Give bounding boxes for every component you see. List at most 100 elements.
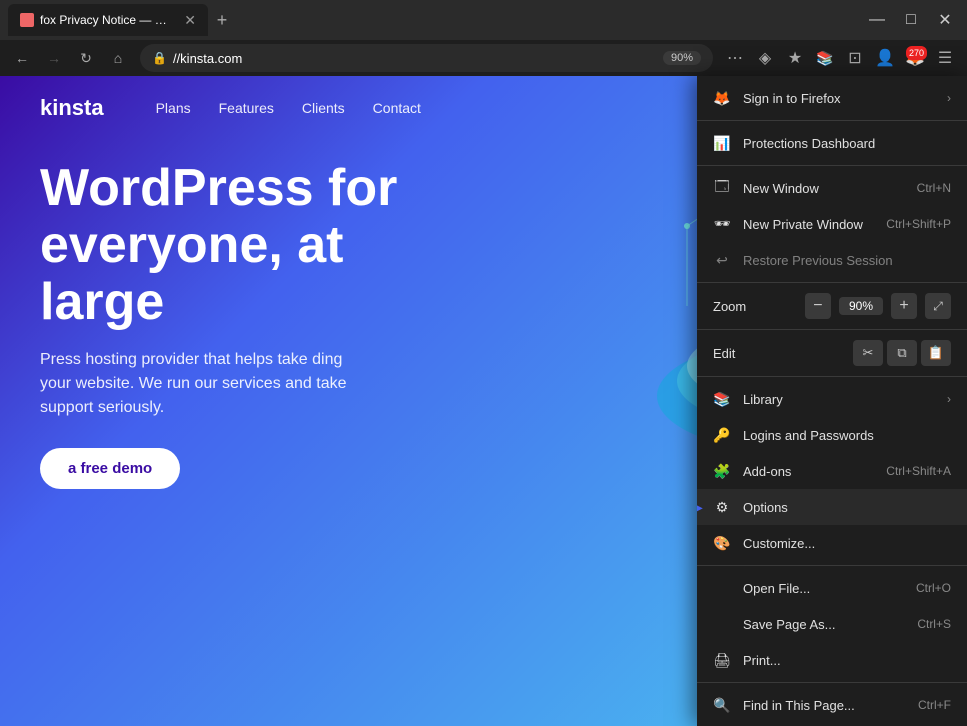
nav-features[interactable]: Features — [219, 100, 274, 116]
pocket-icon[interactable]: ◈ — [751, 44, 779, 72]
notifications-icon[interactable]: 🦊 270 — [901, 44, 929, 72]
library-icon[interactable]: 📚 — [811, 44, 839, 72]
tab-bar: fox Privacy Notice — Mozi ✕ + — [8, 0, 857, 40]
tab-title: fox Privacy Notice — Mozi — [40, 13, 174, 27]
menu-section-file: Open File... Ctrl+O Save Page As... Ctrl… — [697, 566, 967, 683]
library-item[interactable]: 📚 Library › — [697, 381, 967, 417]
customize-item[interactable]: 🎨 Customize... — [697, 525, 967, 561]
sign-in-arrow: › — [947, 91, 951, 105]
menu-section-protections: 📊 Protections Dashboard — [697, 121, 967, 166]
hamburger-menu-button[interactable]: ☰ — [931, 44, 959, 72]
menu-section-zoom: Zoom − 90% + ⤢ — [697, 283, 967, 330]
zoom-fullscreen-button[interactable]: ⤢ — [925, 293, 951, 319]
options-arrow-indicator: ▶ — [697, 497, 703, 518]
restore-icon: ↩ — [713, 251, 731, 269]
open-file-item[interactable]: Open File... Ctrl+O — [697, 570, 967, 606]
save-page-label: Save Page As... — [743, 617, 905, 632]
menu-section-find: 🔍 Find in This Page... Ctrl+F More › Web… — [697, 683, 967, 726]
firefox-icon: 🦊 — [713, 89, 731, 107]
bookmark-icon[interactable]: ★ — [781, 44, 809, 72]
protections-label: Protections Dashboard — [743, 136, 951, 151]
find-shortcut: Ctrl+F — [918, 698, 951, 712]
save-page-icon — [713, 615, 731, 633]
home-button[interactable]: ⌂ — [104, 44, 132, 72]
back-button[interactable]: ← — [8, 44, 36, 72]
website-logo: kinsta — [40, 95, 104, 121]
addons-shortcut: Ctrl+Shift+A — [886, 464, 951, 478]
restore-label: Restore Previous Session — [743, 253, 951, 268]
save-page-item[interactable]: Save Page As... Ctrl+S — [697, 606, 967, 642]
customize-icon: 🎨 — [713, 534, 731, 552]
reload-button[interactable]: ↻ — [72, 44, 100, 72]
menu-section-windows: 🗔 New Window Ctrl+N 🕶 New Private Window… — [697, 166, 967, 283]
print-label: Print... — [743, 653, 951, 668]
logins-label: Logins and Passwords — [743, 428, 951, 443]
browser-titlebar: fox Privacy Notice — Mozi ✕ + — □ ✕ — [0, 0, 967, 40]
new-private-item[interactable]: 🕶 New Private Window Ctrl+Shift+P — [697, 206, 967, 242]
customize-label: Customize... — [743, 536, 951, 551]
paste-button[interactable]: 📋 — [921, 340, 951, 366]
toolbar-right: ⋯ ◈ ★ 📚 ⊡ 👤 🦊 270 ☰ — [721, 44, 959, 72]
toolbar-menu-button[interactable]: ⋯ — [721, 44, 749, 72]
logins-item[interactable]: 🔑 Logins and Passwords — [697, 417, 967, 453]
find-label: Find in This Page... — [743, 698, 906, 713]
save-page-shortcut: Ctrl+S — [917, 617, 951, 631]
nav-contact[interactable]: Contact — [373, 100, 421, 116]
find-item[interactable]: 🔍 Find in This Page... Ctrl+F — [697, 687, 967, 723]
protections-icon: 📊 — [713, 134, 731, 152]
cut-button[interactable]: ✂ — [853, 340, 883, 366]
new-window-icon: 🗔 — [713, 179, 731, 197]
edit-label: Edit — [713, 346, 845, 361]
nav-clients[interactable]: Clients — [302, 100, 345, 116]
logins-icon: 🔑 — [713, 426, 731, 444]
notification-count: 270 — [906, 46, 927, 60]
print-item[interactable]: 🖨 Print... — [697, 642, 967, 678]
close-button[interactable]: ✕ — [931, 6, 959, 34]
new-window-item[interactable]: 🗔 New Window Ctrl+N — [697, 170, 967, 206]
active-tab[interactable]: fox Privacy Notice — Mozi ✕ — [8, 4, 208, 36]
browser-toolbar: ← → ↻ ⌂ 🔒 //kinsta.com 90% ⋯ ◈ ★ 📚 ⊡ 👤 🦊… — [0, 40, 967, 76]
zoom-control: Zoom − 90% + ⤢ — [697, 287, 967, 325]
zoom-minus-button[interactable]: − — [805, 293, 831, 319]
minimize-button[interactable]: — — [863, 6, 891, 34]
firefox-menu: 🦊 Sign in to Firefox › 📊 Protections Das… — [697, 76, 967, 726]
library-menu-icon: 📚 — [713, 390, 731, 408]
menu-section-signin: 🦊 Sign in to Firefox › — [697, 76, 967, 121]
address-bar[interactable]: 🔒 //kinsta.com 90% — [140, 44, 713, 72]
print-icon: 🖨 — [713, 651, 731, 669]
library-label: Library — [743, 392, 935, 407]
menu-section-edit: Edit ✂ ⧉ 📋 — [697, 330, 967, 377]
window-controls: — □ ✕ — [863, 6, 959, 34]
options-label: Options — [743, 500, 951, 515]
hero-subtitle: Press hosting provider that helps take d… — [40, 348, 360, 420]
options-icon: ⚙ — [713, 498, 731, 516]
sign-in-label: Sign in to Firefox — [743, 91, 935, 106]
addons-icon: 🧩 — [713, 462, 731, 480]
free-demo-button[interactable]: a free demo — [40, 448, 180, 489]
new-window-label: New Window — [743, 181, 905, 196]
new-tab-button[interactable]: + — [208, 6, 236, 34]
copy-button[interactable]: ⧉ — [887, 340, 917, 366]
sign-in-item[interactable]: 🦊 Sign in to Firefox › — [697, 80, 967, 116]
hero-title: WordPress for everyone, at large — [40, 160, 440, 332]
new-window-shortcut: Ctrl+N — [917, 181, 951, 195]
zoom-label: Zoom — [713, 299, 797, 314]
menu-section-tools: 📚 Library › 🔑 Logins and Passwords 🧩 Add… — [697, 377, 967, 566]
zoom-value-display: 90% — [839, 297, 883, 315]
new-private-shortcut: Ctrl+Shift+P — [886, 217, 951, 231]
sync-icon[interactable]: ⊡ — [841, 44, 869, 72]
private-window-icon: 🕶 — [713, 215, 731, 233]
edit-control: Edit ✂ ⧉ 📋 — [697, 334, 967, 372]
restore-session-item[interactable]: ↩ Restore Previous Session — [697, 242, 967, 278]
forward-button[interactable]: → — [40, 44, 68, 72]
zoom-plus-button[interactable]: + — [891, 293, 917, 319]
addons-item[interactable]: 🧩 Add-ons Ctrl+Shift+A — [697, 453, 967, 489]
account-icon[interactable]: 👤 — [871, 44, 899, 72]
protections-item[interactable]: 📊 Protections Dashboard — [697, 125, 967, 161]
nav-plans[interactable]: Plans — [156, 100, 191, 116]
new-private-label: New Private Window — [743, 217, 874, 232]
edit-buttons: ✂ ⧉ 📋 — [853, 340, 951, 366]
tab-close-button[interactable]: ✕ — [184, 13, 196, 27]
options-item[interactable]: ▶ ⚙ Options — [697, 489, 967, 525]
maximize-button[interactable]: □ — [897, 6, 925, 34]
